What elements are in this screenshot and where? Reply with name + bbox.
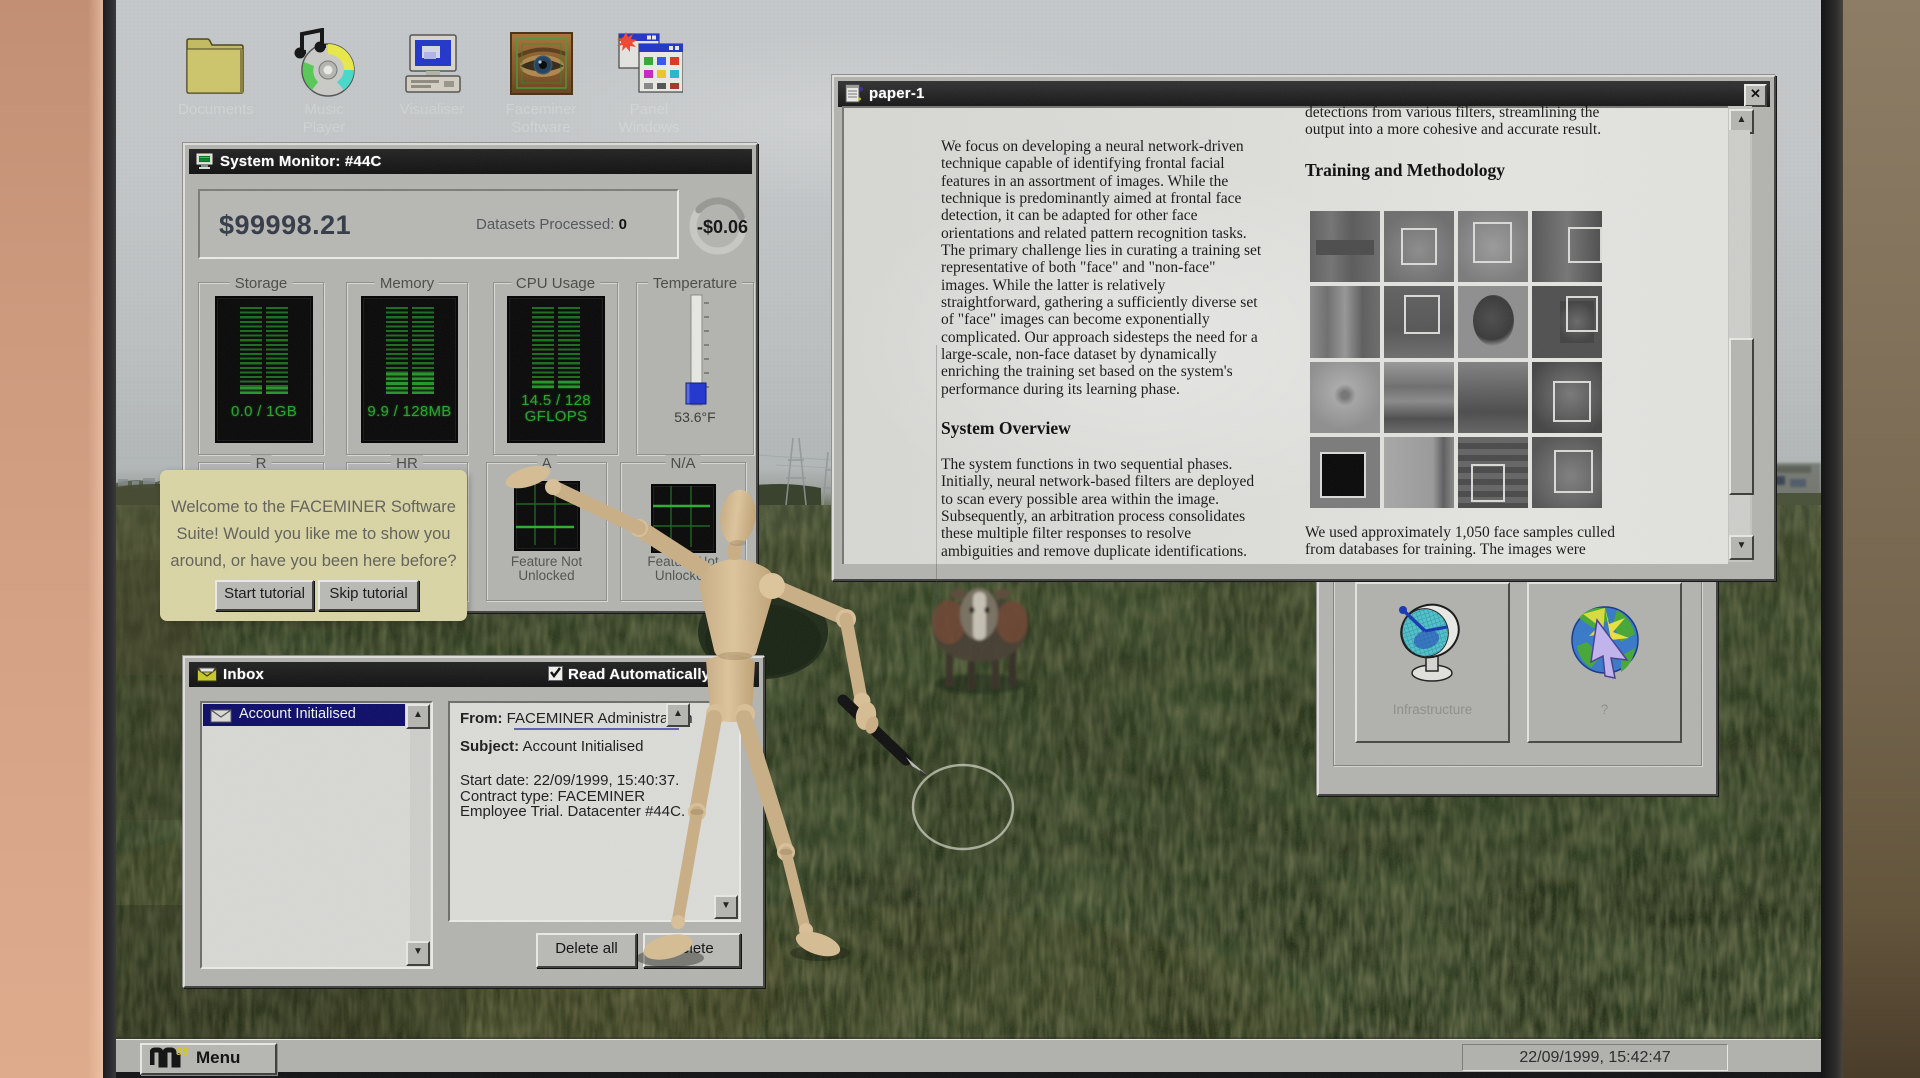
svg-text:95: 95 [176,1046,189,1058]
